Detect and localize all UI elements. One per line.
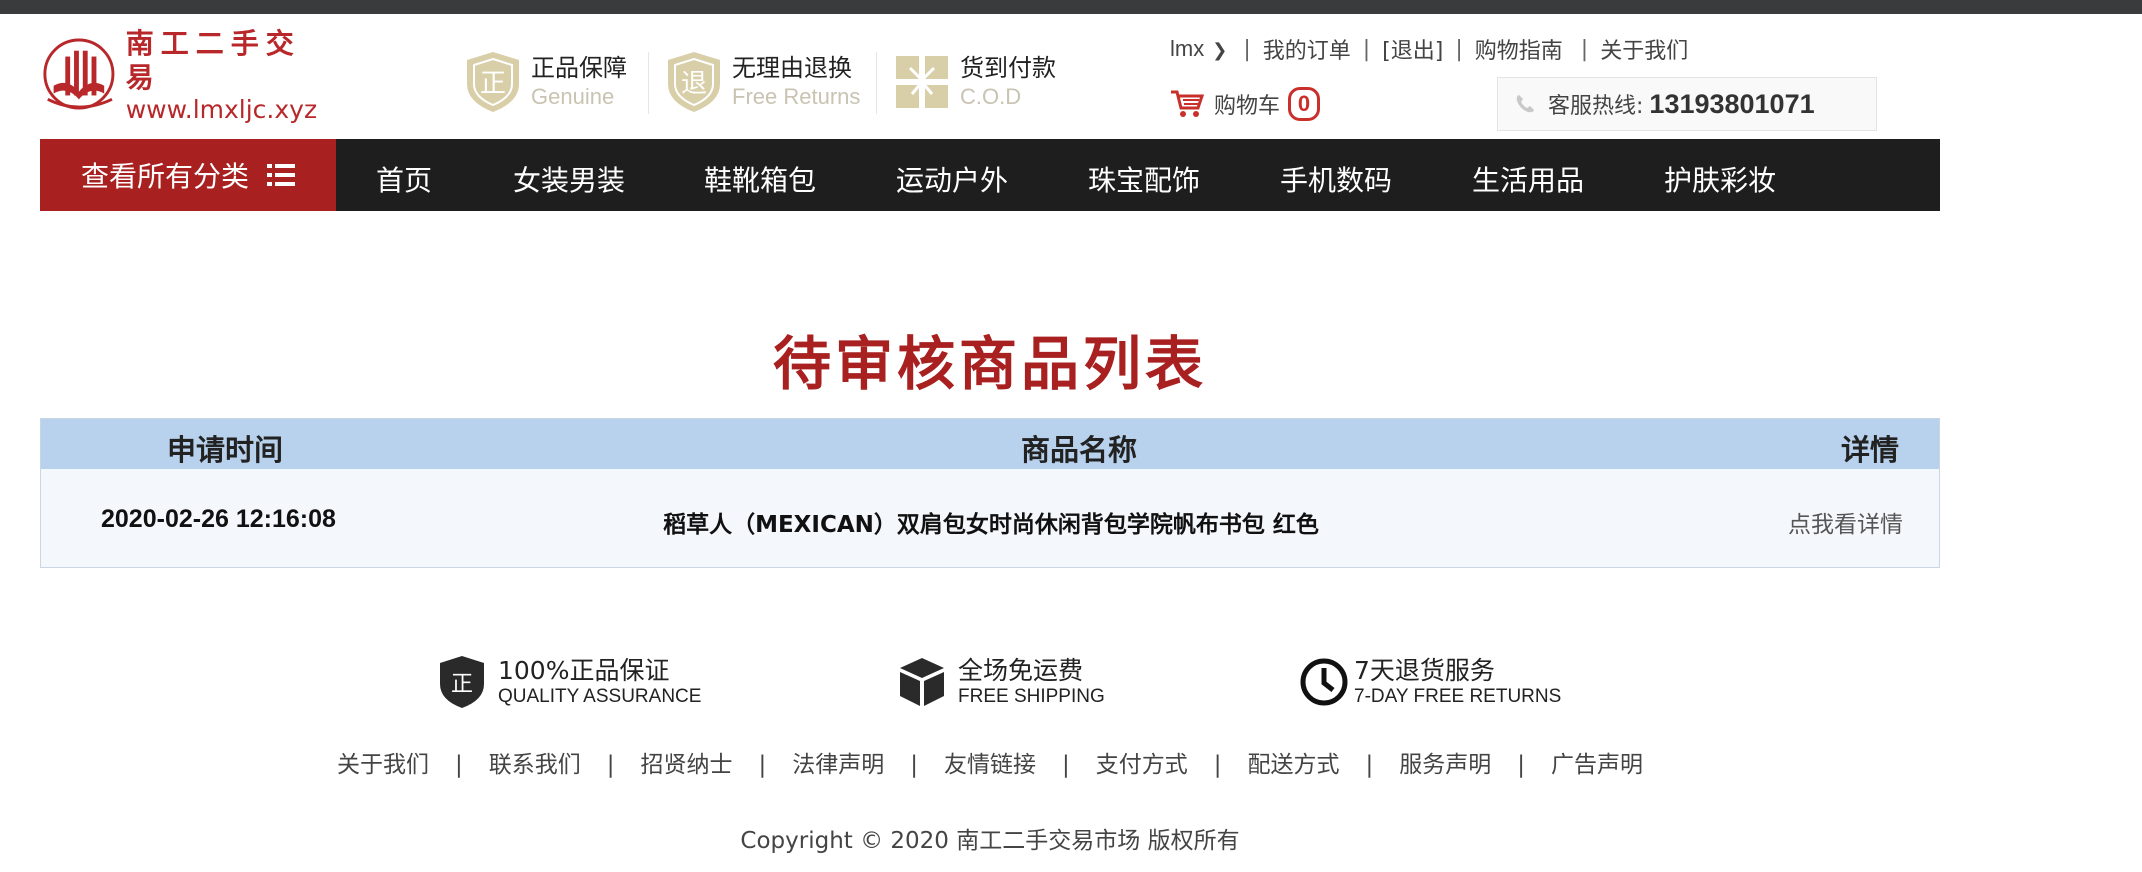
nav-item-digital[interactable]: 手机数码 (1280, 159, 1392, 199)
table-row: 2020-02-26 12:16:08 稻草人（MEXICAN）双肩包女时尚休闲… (41, 469, 1939, 567)
username: lmx (1170, 36, 1205, 61)
footer-link-ads[interactable]: 广告声明 (1551, 752, 1643, 778)
logout-link[interactable]: [退出] (1382, 33, 1443, 65)
nav-item-daily-goods[interactable]: 生活用品 (1472, 159, 1584, 199)
footer-link-friends[interactable]: 友情链接 (944, 752, 1036, 778)
hotline-number: 13193801071 (1649, 88, 1815, 119)
user-menu[interactable]: lmx ❯ (1170, 36, 1231, 62)
footer-link-legal[interactable]: 法律声明 (792, 752, 884, 778)
nav-item-jewelry[interactable]: 珠宝配饰 (1088, 159, 1200, 199)
user-top-links: lmx ❯ | 我的订单 | [退出] | 购物指南 | 关于我们 (1170, 32, 1688, 66)
pending-items-table: 申请时间 商品名称 详情 2020-02-26 12:16:08 稻草人（MEX… (40, 418, 1940, 568)
all-categories-button[interactable]: 查看所有分类 (40, 139, 336, 211)
promise-cod-subtitle: C.O.D (960, 84, 1022, 109)
column-header-name: 商品名称 (1021, 433, 1138, 467)
separator: | (1580, 36, 1589, 62)
column-header-detail: 详情 (1840, 433, 1899, 467)
separator: | (1243, 36, 1251, 62)
all-categories-label: 查看所有分类 (80, 160, 249, 193)
column-header-time: 申请时间 (167, 433, 284, 467)
cart-label: 购物车 (1214, 94, 1281, 119)
nav-item-clothing[interactable]: 女装男装 (513, 159, 625, 199)
promise-free-returns: 退 无理由退换 Free Returns (666, 50, 860, 114)
service-free-shipping: 全场免运费 FREE SHIPPING (898, 654, 1105, 710)
service-shipping-title: 全场免运费 (958, 656, 1084, 685)
my-orders-link[interactable]: 我的订单 (1263, 33, 1351, 65)
promise-returns-title: 无理由退换 (732, 54, 852, 82)
promise-genuine: 正 正品保障 Genuine (465, 50, 627, 114)
separator: | (606, 752, 615, 778)
footer-link-about[interactable]: 关于我们 (337, 752, 429, 778)
service-quality-title: 100%正品保证 (498, 656, 670, 685)
logo-name: 南工二手交易 (125, 27, 301, 94)
footer-link-service[interactable]: 服务声明 (1399, 752, 1491, 778)
service-shipping-subtitle: FREE SHIPPING (958, 686, 1105, 707)
copyright: Copyright © 2020 南工二手交易市场 版权所有 (740, 828, 1240, 854)
separator: | (758, 752, 767, 778)
nav-item-shoes-bags[interactable]: 鞋靴箱包 (704, 159, 816, 199)
logo-url: www.lmxljc.xyz (125, 95, 318, 124)
service-quality: 正 100%正品保证 QUALITY ASSURANCE (438, 654, 701, 710)
service-quality-subtitle: QUALITY ASSURANCE (498, 686, 702, 707)
separator: | (1365, 752, 1374, 778)
cart-link[interactable]: 购物车 0 (1170, 86, 1321, 122)
footer-link-delivery[interactable]: 配送方式 (1248, 752, 1340, 778)
customer-hotline: 客服热线: 13193801071 (1497, 77, 1877, 131)
service-returns: 7天退货服务 7-DAY FREE RETURNS (1300, 654, 1561, 710)
footer-link-careers[interactable]: 招贤纳士 (641, 752, 733, 778)
promise-returns-subtitle: Free Returns (732, 84, 861, 109)
separator: | (1362, 36, 1371, 62)
footer-links: 关于我们 | 联系我们 | 招贤纳士 | 法律声明 | 友情链接 | 支付方式 | 配送方式 | 服务声明 |… (0, 745, 1980, 779)
main-navigation: 查看所有分类 首页 女装男装 鞋靴箱包 运动户外 珠宝配饰 手机数码 生活用品 … (40, 139, 1940, 211)
nav-item-cosmetics[interactable]: 护肤彩妆 (1664, 159, 1776, 199)
footer-link-payment[interactable]: 支付方式 (1096, 752, 1188, 778)
promise-cod: 货到付款 C.O.D (894, 50, 1056, 114)
service-returns-subtitle: 7-DAY FREE RETURNS (1354, 686, 1562, 707)
svg-text:正: 正 (480, 69, 506, 99)
site-logo[interactable]: 南工二手交易 www.lmxljc.xyz (40, 27, 330, 124)
table-header: 申请时间 商品名称 详情 (41, 419, 1939, 469)
hotline-label: 客服热线: (1548, 94, 1644, 119)
shopping-guide-link[interactable]: 购物指南 (1475, 33, 1563, 65)
shopping-cart-icon (1171, 90, 1204, 117)
chevron-down-icon: ❯ (1212, 40, 1228, 61)
product-name: 稻草人（MEXICAN）双肩包女时尚休闲背包学院帆布书包 红色 (663, 512, 1319, 538)
separator: | (1455, 36, 1463, 62)
separator: | (1517, 752, 1525, 778)
svg-text:正: 正 (451, 672, 473, 697)
browser-top-bar (0, 0, 2142, 14)
logo-building-icon (43, 38, 115, 110)
page-title: 待审核商品列表 (772, 330, 1207, 398)
nav-item-sports[interactable]: 运动户外 (896, 159, 1008, 199)
divider (876, 52, 877, 114)
footer-link-contact[interactable]: 联系我们 (489, 752, 581, 778)
nav-item-home[interactable]: 首页 (376, 159, 432, 199)
promise-cod-title: 货到付款 (960, 54, 1056, 82)
list-icon (267, 164, 295, 186)
cart-count-badge: 0 (1288, 87, 1321, 121)
separator: | (455, 752, 463, 778)
separator: | (910, 752, 918, 778)
svg-text:退: 退 (681, 69, 707, 99)
clock-icon (1300, 658, 1348, 706)
phone-icon (1516, 95, 1534, 113)
view-detail-link[interactable]: 点我看详情 (1788, 505, 1903, 539)
promise-genuine-title: 正品保障 (531, 54, 627, 82)
gift-box-icon (896, 56, 948, 108)
quality-shield-icon: 正 (440, 656, 484, 708)
package-box-icon (900, 658, 944, 706)
promise-genuine-subtitle: Genuine (531, 84, 615, 109)
returns-shield-icon: 退 (668, 52, 720, 112)
genuine-shield-icon: 正 (467, 52, 519, 112)
about-us-link[interactable]: 关于我们 (1600, 33, 1688, 65)
separator: | (1213, 752, 1222, 778)
divider (648, 52, 649, 114)
separator: | (1062, 752, 1070, 778)
service-returns-title: 7天退货服务 (1354, 656, 1495, 685)
